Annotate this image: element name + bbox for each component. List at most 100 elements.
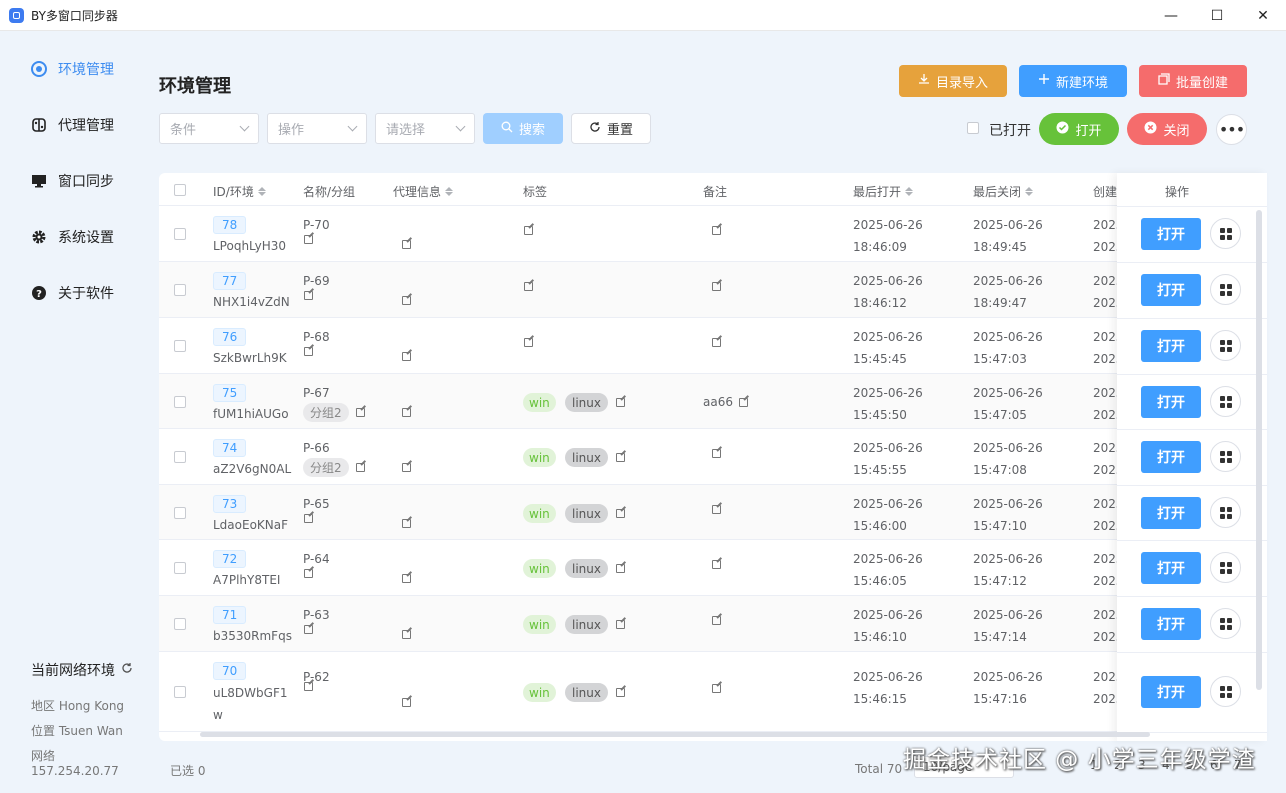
edit-icon[interactable] bbox=[402, 573, 412, 583]
open-env-button[interactable]: 打开 bbox=[1141, 330, 1201, 362]
open-env-button[interactable]: 打开 bbox=[1141, 441, 1201, 473]
row-checkbox[interactable] bbox=[174, 228, 186, 240]
table-row[interactable]: 72 A7PlhY8TEI P-64 win linux 2025-06-26 15:46:… bbox=[159, 540, 1267, 596]
row-checkbox[interactable] bbox=[174, 451, 186, 463]
open-env-button[interactable]: 打开 bbox=[1141, 497, 1201, 529]
edit-icon[interactable] bbox=[304, 513, 314, 523]
table-row[interactable]: 76 SzkBwrLh9K P-68 2025-06-26 15:45:45 2025-0… bbox=[159, 318, 1267, 374]
edit-icon[interactable] bbox=[402, 295, 412, 305]
id-badge[interactable]: 76 bbox=[213, 328, 247, 346]
sidebar-item-about[interactable]: ? 关于软件 bbox=[30, 283, 114, 303]
header-id[interactable]: ID/环境 bbox=[213, 183, 266, 200]
edit-icon[interactable] bbox=[712, 615, 722, 625]
id-badge[interactable]: 77 bbox=[213, 272, 247, 290]
edit-icon[interactable] bbox=[616, 687, 626, 697]
edit-icon[interactable] bbox=[356, 407, 366, 417]
open-env-button[interactable]: 打开 bbox=[1141, 552, 1201, 584]
edit-icon[interactable] bbox=[524, 225, 534, 235]
edit-icon[interactable] bbox=[712, 504, 722, 514]
id-badge[interactable]: 73 bbox=[213, 495, 247, 513]
edit-icon[interactable] bbox=[304, 346, 314, 356]
id-badge[interactable]: 75 bbox=[213, 384, 247, 402]
open-env-button[interactable]: 打开 bbox=[1141, 608, 1201, 640]
edit-icon[interactable] bbox=[402, 407, 412, 417]
import-directory-button[interactable]: 目录导入 bbox=[899, 65, 1007, 97]
table-row[interactable]: 73 LdaoEoKNaF P-65 win linux 2025-06-26 15:46:… bbox=[159, 485, 1267, 540]
edit-icon[interactable] bbox=[304, 290, 314, 300]
header-last-close[interactable]: 最后关闭 bbox=[973, 183, 1034, 200]
new-environment-button[interactable]: 新建环境 bbox=[1019, 65, 1127, 97]
id-badge[interactable]: 74 bbox=[213, 439, 247, 457]
edit-icon[interactable] bbox=[524, 337, 534, 347]
row-checkbox[interactable] bbox=[174, 562, 186, 574]
grid-menu-icon[interactable] bbox=[1210, 386, 1241, 417]
sidebar-item-settings[interactable]: 系统设置 bbox=[30, 227, 114, 247]
table-row[interactable]: 77 NHX1i4vZdN P-69 2025-06-26 18:46:12 2025-0… bbox=[159, 262, 1267, 318]
search-button[interactable]: 搜索 bbox=[483, 113, 563, 144]
grid-menu-icon[interactable] bbox=[1210, 274, 1241, 305]
minimize-button[interactable]: — bbox=[1148, 0, 1194, 31]
table-row[interactable]: 71 b3530RmFqs P-63 win linux 2025-06-26 15:46:… bbox=[159, 596, 1267, 652]
more-options-button[interactable]: ••• bbox=[1216, 114, 1247, 145]
edit-icon[interactable] bbox=[616, 619, 626, 629]
grid-menu-icon[interactable] bbox=[1210, 218, 1241, 249]
grid-menu-icon[interactable] bbox=[1210, 497, 1241, 528]
edit-icon[interactable] bbox=[402, 351, 412, 361]
maximize-button[interactable]: ☐ bbox=[1194, 0, 1240, 31]
edit-icon[interactable] bbox=[712, 448, 722, 458]
sidebar-item-window-sync[interactable]: 窗口同步 bbox=[30, 171, 114, 191]
edit-icon[interactable] bbox=[402, 697, 412, 707]
edit-icon[interactable] bbox=[356, 462, 366, 472]
open-env-button[interactable]: 打开 bbox=[1141, 676, 1201, 708]
edit-icon[interactable] bbox=[304, 234, 314, 244]
edit-icon[interactable] bbox=[712, 281, 722, 291]
row-checkbox[interactable] bbox=[174, 396, 186, 408]
edit-icon[interactable] bbox=[712, 225, 722, 235]
row-checkbox[interactable] bbox=[174, 284, 186, 296]
value-select[interactable]: 请选择 bbox=[375, 113, 475, 144]
edit-icon[interactable] bbox=[712, 337, 722, 347]
horizontal-scrollbar[interactable] bbox=[200, 732, 1150, 737]
edit-icon[interactable] bbox=[402, 518, 412, 528]
edit-icon[interactable] bbox=[616, 563, 626, 573]
grid-menu-icon[interactable] bbox=[1210, 676, 1241, 707]
grid-menu-icon[interactable] bbox=[1210, 552, 1241, 583]
row-checkbox[interactable] bbox=[174, 618, 186, 630]
opened-checkbox[interactable] bbox=[967, 122, 979, 134]
close-selected-button[interactable]: 关闭 bbox=[1127, 113, 1207, 145]
edit-icon[interactable] bbox=[304, 568, 314, 578]
select-all-checkbox[interactable] bbox=[174, 184, 186, 196]
edit-icon[interactable] bbox=[304, 681, 314, 691]
edit-icon[interactable] bbox=[616, 508, 626, 518]
condition-select[interactable]: 条件 bbox=[159, 113, 259, 144]
open-env-button[interactable]: 打开 bbox=[1141, 274, 1201, 306]
id-badge[interactable]: 78 bbox=[213, 216, 247, 234]
edit-icon[interactable] bbox=[616, 452, 626, 462]
grid-menu-icon[interactable] bbox=[1210, 441, 1241, 472]
edit-icon[interactable] bbox=[304, 624, 314, 634]
id-badge[interactable]: 72 bbox=[213, 550, 247, 568]
table-row[interactable]: 74 aZ2V6gN0AL P-66 分组2 win linux 2025-06-26 15:… bbox=[159, 429, 1267, 485]
vertical-scrollbar[interactable] bbox=[1256, 210, 1262, 690]
id-badge[interactable]: 70 bbox=[213, 662, 247, 680]
sidebar-item-environment[interactable]: 环境管理 bbox=[30, 59, 114, 79]
edit-icon[interactable] bbox=[616, 397, 626, 407]
refresh-icon[interactable] bbox=[121, 662, 133, 678]
grid-menu-icon[interactable] bbox=[1210, 608, 1241, 639]
sidebar-item-proxy[interactable]: 代理管理 bbox=[30, 115, 114, 135]
table-row[interactable]: 70 uL8DWbGF1 w P-62 win linux 2025-06-26 15:46:… bbox=[159, 652, 1267, 732]
edit-icon[interactable] bbox=[524, 281, 534, 291]
row-checkbox[interactable] bbox=[174, 507, 186, 519]
open-selected-button[interactable]: 打开 bbox=[1039, 113, 1119, 145]
row-checkbox[interactable] bbox=[174, 686, 186, 698]
grid-menu-icon[interactable] bbox=[1210, 330, 1241, 361]
header-last-open[interactable]: 最后打开 bbox=[853, 183, 914, 200]
batch-create-button[interactable]: 批量创建 bbox=[1139, 65, 1247, 97]
close-window-button[interactable]: ✕ bbox=[1240, 0, 1286, 31]
edit-icon[interactable] bbox=[402, 239, 412, 249]
header-proxy[interactable]: 代理信息 bbox=[393, 183, 454, 200]
row-checkbox[interactable] bbox=[174, 340, 186, 352]
edit-icon[interactable] bbox=[402, 462, 412, 472]
open-env-button[interactable]: 打开 bbox=[1141, 386, 1201, 418]
reset-button[interactable]: 重置 bbox=[571, 113, 651, 144]
